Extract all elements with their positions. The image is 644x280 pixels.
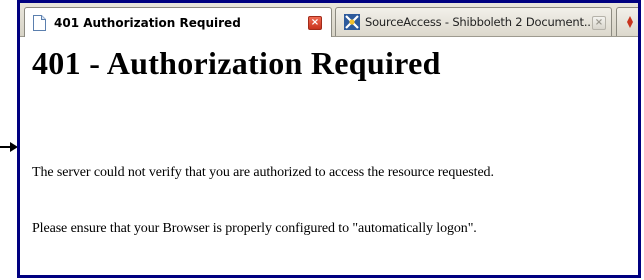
tab-label: SourceAccess - Shibboleth 2 Document... xyxy=(365,15,595,29)
partial-tab-icon xyxy=(627,16,633,28)
close-tab-button[interactable]: × xyxy=(308,16,322,30)
tab-401-authorization-required[interactable]: 401 Authorization Required × xyxy=(24,7,332,37)
screenshot-canvas: 401 Authorization Required × SourceAcces… xyxy=(0,0,644,280)
browser-window: 401 Authorization Required × SourceAcces… xyxy=(17,0,641,278)
tab-label: 401 Authorization Required xyxy=(54,15,241,30)
tab-strip: 401 Authorization Required × SourceAcces… xyxy=(20,3,638,37)
close-tab-button[interactable]: × xyxy=(592,16,606,30)
page-title: 401 - Authorization Required xyxy=(32,45,441,81)
sourceaccess-logo-icon xyxy=(344,14,360,30)
instruction-message: Please ensure that your Browser is prope… xyxy=(32,221,477,236)
document-icon xyxy=(33,14,46,31)
tab-partial[interactable] xyxy=(616,7,638,36)
error-message: The server could not verify that you are… xyxy=(32,165,494,180)
tab-sourceaccess[interactable]: SourceAccess - Shibboleth 2 Document... … xyxy=(335,7,612,36)
page-content: 401 - Authorization Required The server … xyxy=(20,37,638,275)
pointer-arrow-icon xyxy=(0,142,18,152)
